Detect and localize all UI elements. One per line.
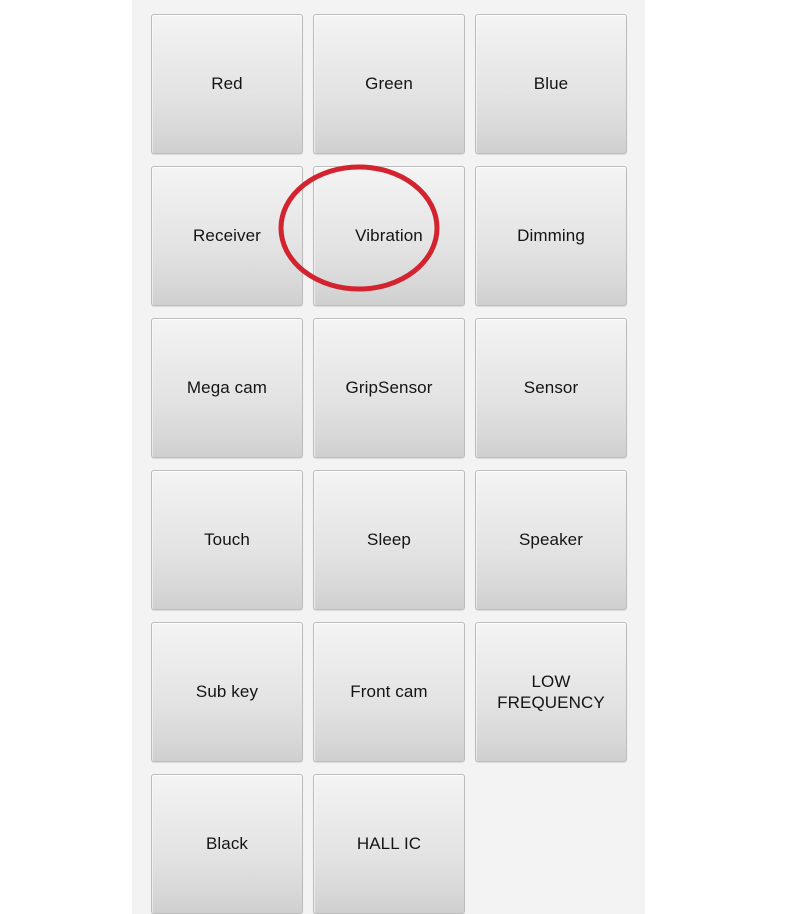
grid-button-label: Sensor (523, 378, 579, 398)
grid-button-label: Front cam (350, 682, 428, 702)
grid-button-label: Red (211, 74, 243, 94)
grid-button-green[interactable]: Green (313, 14, 465, 154)
grid-button-label: Speaker (518, 530, 584, 550)
grid-button-low-frequency[interactable]: LOW FREQUENCY (475, 622, 627, 762)
grid-button-label: Dimming (517, 226, 585, 246)
grid-button-label: Green (365, 74, 413, 94)
grid-button-touch[interactable]: Touch (151, 470, 303, 610)
grid-button-label: Black (205, 834, 249, 854)
grid-button-label: Sub key (195, 682, 259, 702)
grid-button-hall-ic[interactable]: HALL IC (313, 774, 465, 914)
grid-button-front-cam[interactable]: Front cam (313, 622, 465, 762)
grid-button-label: Sleep (367, 530, 411, 550)
grid-button-gripsensor[interactable]: GripSensor (313, 318, 465, 458)
grid-button-label: Receiver (193, 226, 261, 246)
grid-button-sleep[interactable]: Sleep (313, 470, 465, 610)
grid-button-blue[interactable]: Blue (475, 14, 627, 154)
grid-button-label: GripSensor (345, 378, 433, 398)
grid-button-vibration[interactable]: Vibration (313, 166, 465, 306)
grid-button-black[interactable]: Black (151, 774, 303, 914)
grid-button-sensor[interactable]: Sensor (475, 318, 627, 458)
grid-button-mega-cam[interactable]: Mega cam (151, 318, 303, 458)
grid-button-label: LOW FREQUENCY (497, 671, 605, 712)
grid-button-label: Touch (204, 530, 250, 550)
grid-button-speaker[interactable]: Speaker (475, 470, 627, 610)
grid-button-dimming[interactable]: Dimming (475, 166, 627, 306)
button-grid: Red Green Blue Receiver Vibration Dimming Mega… (151, 14, 628, 914)
app-screen: Red Green Blue Receiver Vibration Dimming Mega… (0, 0, 800, 914)
grid-button-label: HALL IC (356, 834, 422, 854)
grid-button-label: Vibration (355, 226, 423, 246)
grid-button-sub-key[interactable]: Sub key (151, 622, 303, 762)
grid-button-label: Mega cam (186, 378, 268, 398)
grid-button-receiver[interactable]: Receiver (151, 166, 303, 306)
test-menu-panel: Red Green Blue Receiver Vibration Dimming Mega… (132, 0, 645, 914)
grid-button-red[interactable]: Red (151, 14, 303, 154)
grid-button-label: Blue (533, 74, 569, 94)
